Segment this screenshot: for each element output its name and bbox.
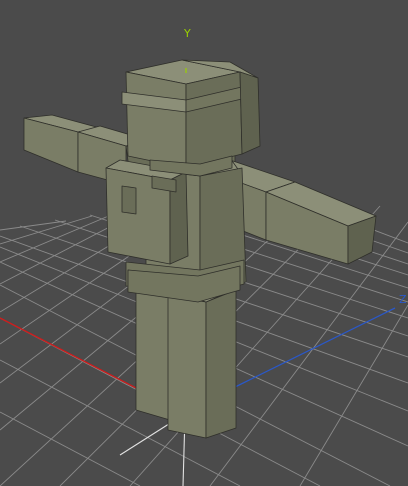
3d-viewport[interactable]: Y Z [0,0,408,486]
chest-block [105,159,189,265]
y-axis-label: Y [183,27,191,40]
right-leg[interactable] [167,281,239,439]
z-axis-label: Z [399,293,407,306]
scene-canvas[interactable]: Y Z [0,0,408,486]
